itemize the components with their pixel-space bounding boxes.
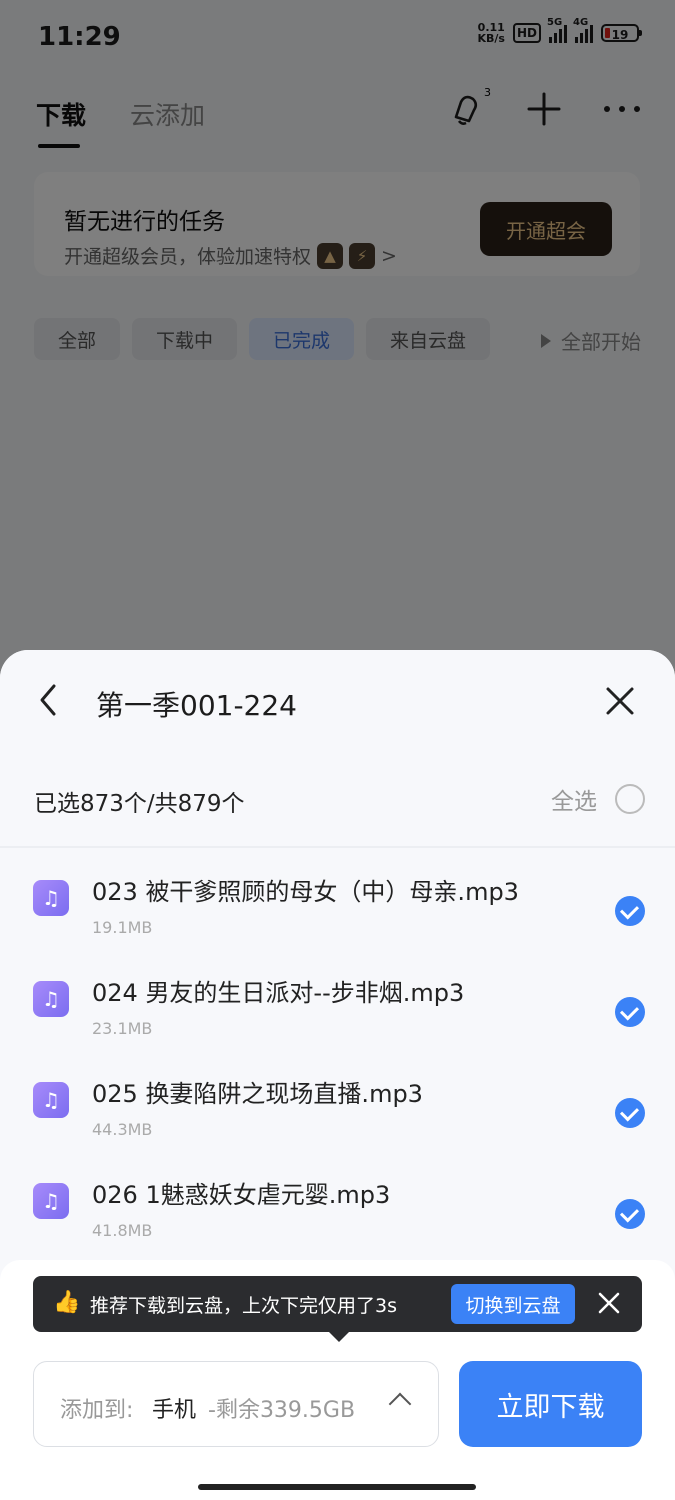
- tip-close-icon[interactable]: [596, 1290, 622, 1316]
- file-size: 23.1MB: [92, 1019, 153, 1038]
- file-name: 026 1魅惑妖女虐元婴.mp3: [92, 1181, 391, 1209]
- sheet-footer: 👍 推荐下载到云盘，上次下完仅用了3s 切换到云盘 添加到: 手机 -剩余339…: [0, 1260, 675, 1500]
- music-file-icon: ♫: [33, 1082, 69, 1118]
- file-size: 19.1MB: [92, 918, 153, 937]
- select-all-toggle[interactable]: 全选: [551, 782, 645, 816]
- checked-icon[interactable]: [615, 896, 645, 926]
- file-name: 025 换妻陷阱之现场直播.mp3: [92, 1080, 423, 1108]
- close-icon[interactable]: [603, 684, 637, 718]
- checked-icon[interactable]: [615, 1199, 645, 1229]
- divider: [0, 846, 675, 848]
- folder-sheet: 第一季001-224 已选873个/共879个 全选 ♫ 023 被干爹照顾的母…: [0, 650, 675, 1500]
- sheet-header: 第一季001-224 已选873个/共879个 全选: [0, 650, 675, 846]
- file-name: 023 被干爹照顾的母女（中）母亲.mp3: [92, 878, 519, 906]
- home-indicator[interactable]: [198, 1484, 476, 1490]
- music-file-icon: ♫: [33, 880, 69, 916]
- file-name: 024 男友的生日派对--步非烟.mp3: [92, 979, 465, 1007]
- select-all-label: 全选: [551, 789, 597, 815]
- destination-selector[interactable]: 添加到: 手机 -剩余339.5GB: [33, 1361, 439, 1447]
- list-item[interactable]: ♫ 026 1魅惑妖女虐元婴.mp3 41.8MB: [0, 1153, 675, 1254]
- music-file-icon: ♫: [33, 1183, 69, 1219]
- cloud-tip-banner: 👍 推荐下载到云盘，上次下完仅用了3s 切换到云盘: [33, 1276, 642, 1342]
- checked-icon[interactable]: [615, 1098, 645, 1128]
- chevron-up-icon: [388, 1392, 412, 1416]
- file-size: 44.3MB: [92, 1120, 153, 1139]
- music-file-icon: ♫: [33, 981, 69, 1017]
- destination-free-space: -剩余339.5GB: [208, 1398, 356, 1423]
- sheet-title: 第一季001-224: [96, 689, 297, 722]
- list-item[interactable]: ♫ 023 被干爹照顾的母女（中）母亲.mp3 19.1MB: [0, 850, 675, 951]
- file-size: 41.8MB: [92, 1221, 153, 1240]
- tip-text: 推荐下载到云盘，上次下完仅用了3s: [90, 1295, 397, 1317]
- list-item[interactable]: ♫ 024 男友的生日派对--步非烟.mp3 23.1MB: [0, 951, 675, 1052]
- select-all-checkbox[interactable]: [615, 784, 645, 814]
- download-now-button[interactable]: 立即下载: [459, 1361, 642, 1447]
- checked-icon[interactable]: [615, 997, 645, 1027]
- selection-count: 已选873个/共879个: [34, 791, 245, 817]
- list-item[interactable]: ♫ 025 换妻陷阱之现场直播.mp3 44.3MB: [0, 1052, 675, 1153]
- destination-value: 手机: [152, 1398, 197, 1423]
- back-icon[interactable]: [34, 680, 64, 720]
- switch-to-cloud-button[interactable]: 切换到云盘: [451, 1284, 575, 1324]
- file-list: ♫ 023 被干爹照顾的母女（中）母亲.mp3 19.1MB ♫ 024 男友的…: [0, 850, 675, 1254]
- destination-prefix: 添加到:: [60, 1398, 134, 1423]
- thumbs-up-icon: 👍: [53, 1290, 81, 1315]
